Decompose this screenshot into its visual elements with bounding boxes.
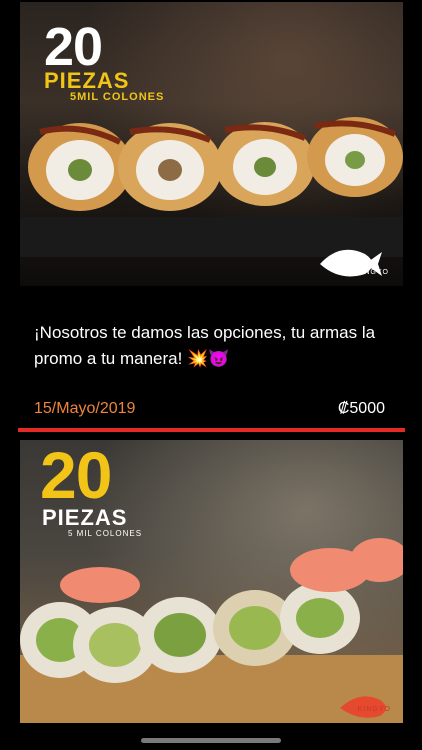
brand-name: KINGYO (357, 706, 391, 713)
section-divider (18, 428, 405, 432)
promo-subtitle: 5 MIL COLONES (68, 529, 143, 538)
promo-number: 20 (40, 440, 112, 512)
promo-number: 20 (44, 17, 103, 77)
promo-subtitle: 5MIL COLONES (70, 91, 165, 103)
post-price: ₡5000 (337, 400, 385, 417)
home-indicator[interactable] (141, 738, 281, 743)
post-description: ¡Nosotros te damos las opciones, tu arma… (34, 323, 376, 368)
post-date: 15/Mayo/2019 (34, 400, 136, 417)
promo-image-2[interactable]: 20 PIEZAS 5 MIL COLONES KINGYO (20, 440, 403, 723)
promo-word: PIEZAS (42, 505, 128, 530)
brand-name: KINGYO (355, 269, 389, 276)
promo-image-1[interactable]: 20 PIEZAS 5MIL COLONES KINGYO (20, 2, 403, 286)
